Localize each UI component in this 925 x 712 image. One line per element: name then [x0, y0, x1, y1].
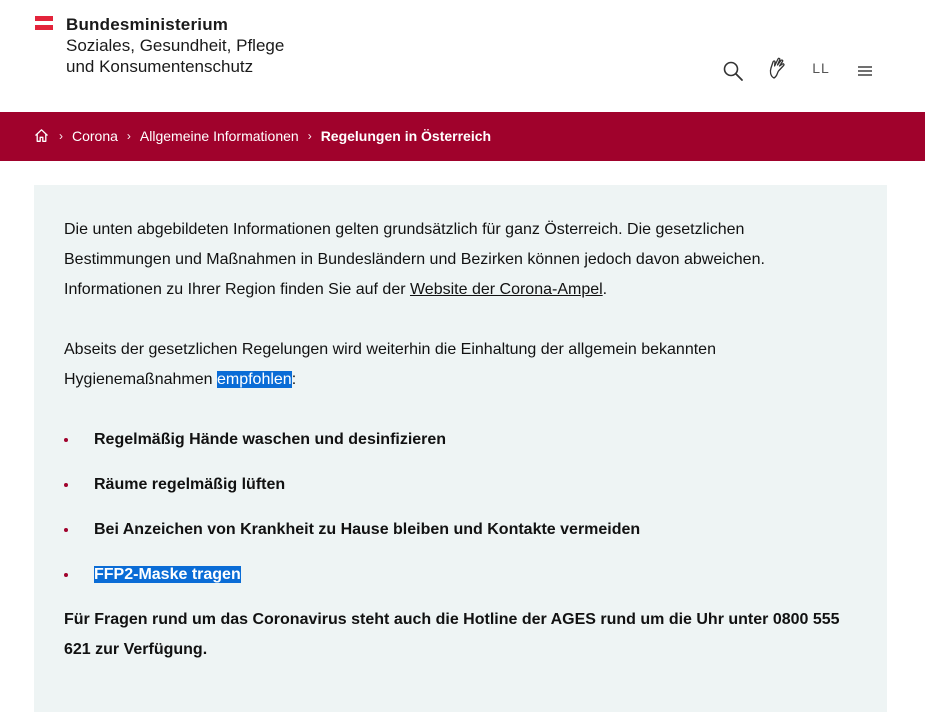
bullet-icon: [64, 438, 68, 442]
bullet-icon: [64, 483, 68, 487]
hygiene-measures-list: Regelmäßig Hände waschen und desinfizier…: [64, 425, 854, 590]
intro-end: .: [602, 281, 608, 298]
menu-icon[interactable]: [852, 58, 878, 84]
austria-flag-icon[interactable]: [35, 16, 53, 30]
list-item: Bei Anzeichen von Krankheit zu Hause ble…: [64, 515, 854, 545]
search-icon[interactable]: [720, 58, 746, 84]
list-item: Regelmäßig Hände waschen und desinfizier…: [64, 425, 854, 455]
breadcrumb-link-corona[interactable]: Corona: [72, 128, 118, 144]
chevron-right-icon: ›: [126, 129, 131, 143]
sign-language-icon[interactable]: [764, 55, 790, 81]
info-box: Die unten abgebildeten Informationen gel…: [34, 185, 887, 712]
list-item: FFP2-Maske tragen: [64, 560, 854, 590]
intro-paragraph: Die unten abgebildeten Informationen gel…: [64, 215, 854, 305]
list-item-text-selected: FFP2-Maske tragen: [94, 566, 241, 583]
easy-language-icon[interactable]: LL: [808, 55, 834, 81]
list-item-text: Räume regelmäßig lüften: [94, 476, 286, 493]
site-header: Bundesministerium Soziales, Gesundheit, …: [0, 0, 925, 112]
hygiene-text: Abseits der gesetzlichen Regelungen wird…: [64, 341, 716, 388]
bullet-icon: [64, 573, 68, 577]
bullet-icon: [64, 528, 68, 532]
chevron-right-icon: ›: [307, 129, 312, 143]
breadcrumb-link-allgemeine-informationen[interactable]: Allgemeine Informationen: [140, 128, 299, 144]
logo-line-1: Bundesministerium: [66, 15, 229, 34]
logo-line-3: und Konsumentenschutz: [66, 57, 254, 76]
list-item: Räume regelmäßig lüften: [64, 470, 854, 500]
breadcrumb-current: Regelungen in Österreich: [320, 128, 492, 144]
selected-word: empfohlen: [216, 371, 292, 388]
list-item-text: Bei Anzeichen von Krankheit zu Hause ble…: [94, 521, 641, 538]
hotline-paragraph: Für Fragen rund um das Coronavirus steht…: [64, 611, 840, 658]
hygiene-end: :: [291, 371, 297, 388]
ministry-logo[interactable]: Bundesministerium Soziales, Gesundheit, …: [66, 14, 284, 77]
logo-line-2: Soziales, Gesundheit, Pflege: [66, 36, 285, 55]
chevron-right-icon: ›: [59, 129, 63, 143]
breadcrumb: › Corona › Allgemeine Informationen › Re…: [0, 112, 925, 161]
home-icon[interactable]: [34, 128, 50, 144]
hygiene-paragraph: Abseits der gesetzlichen Regelungen wird…: [64, 335, 854, 395]
corona-ampel-link[interactable]: Website der Corona-Ampel: [410, 281, 603, 298]
list-item-text: Regelmäßig Hände waschen und desinfizier…: [94, 431, 447, 448]
